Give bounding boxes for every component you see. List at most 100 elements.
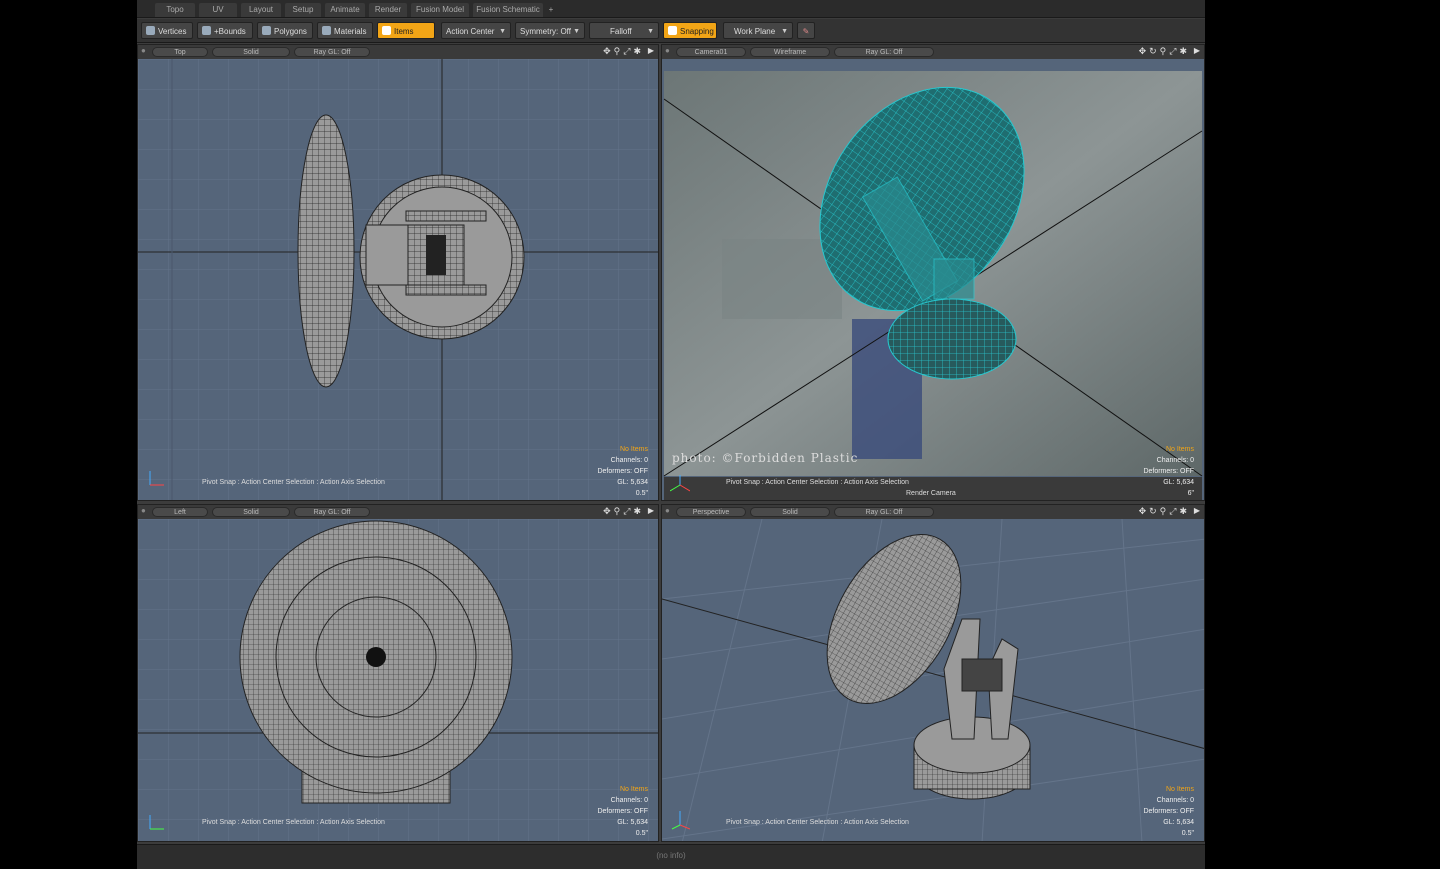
- viewport-info-panel: No Items Channels: 0 Deformers: OFF GL: …: [597, 444, 648, 499]
- snapping-button[interactable]: Snapping: [663, 22, 717, 39]
- viewport-menu-icon[interactable]: ●: [665, 506, 670, 515]
- shading-button[interactable]: Solid: [750, 507, 830, 517]
- grid-scale-label: 6": [1187, 490, 1194, 497]
- tab-topo[interactable]: Topo: [155, 3, 195, 17]
- viewport-menu-icon[interactable]: ●: [141, 506, 146, 515]
- pencil-icon: ✎: [802, 27, 810, 36]
- view-type-button[interactable]: Camera01: [676, 47, 746, 57]
- items-icon: [382, 26, 391, 35]
- tab-animate[interactable]: Animate: [325, 3, 365, 17]
- shading-button[interactable]: Solid: [212, 47, 290, 57]
- add-tab-button[interactable]: +: [545, 3, 557, 17]
- materials-button[interactable]: Materials: [317, 22, 373, 39]
- gl-count-label: GL: 5,634: [617, 819, 648, 826]
- camera-view-canvas: [663, 71, 1203, 500]
- shading-button[interactable]: Solid: [212, 507, 290, 517]
- render-camera-label: Render Camera: [906, 490, 956, 497]
- viewport-header: ● Left Solid Ray GL: Off ✥⚲⤢✱ ▶: [138, 505, 658, 519]
- vertices-button[interactable]: Vertices: [141, 22, 193, 39]
- viewport-nav-icons[interactable]: ✥↻⚲⤢✱: [1139, 506, 1190, 517]
- pivot-snap-status: Pivot Snap : Action Center Selection : A…: [202, 479, 385, 486]
- work-plane-dropdown[interactable]: Work Plane ▼: [723, 22, 793, 39]
- symmetry-label: Symmetry: Off: [520, 27, 571, 36]
- items-button[interactable]: Items: [377, 22, 435, 39]
- falloff-label: Falloff: [610, 27, 632, 36]
- pivot-snap-status: Pivot Snap : Action Center Selection : A…: [726, 479, 909, 486]
- gl-count-label: GL: 5,634: [617, 479, 648, 486]
- viewport-expand-icon[interactable]: ▶: [1194, 46, 1200, 55]
- viewport-nav-icons[interactable]: ✥⚲⤢✱: [603, 506, 644, 517]
- grid-scale-label: 0.5": [635, 830, 648, 837]
- symmetry-dropdown[interactable]: Symmetry: Off ▼: [515, 22, 585, 39]
- viewport-info-panel: No Items Channels: 0 Deformers: OFF GL: …: [597, 784, 648, 839]
- chevron-down-icon: ▼: [499, 28, 506, 35]
- viewport-header: ● Perspective Solid Ray GL: Off ✥↻⚲⤢✱ ▶: [662, 505, 1204, 519]
- tab-fusion-model[interactable]: Fusion Model: [411, 3, 469, 17]
- chevron-down-icon: ▼: [781, 28, 788, 35]
- deformers-label: Deformers: OFF: [597, 468, 648, 475]
- tab-fusion-schematic[interactable]: Fusion Schematic: [473, 3, 543, 17]
- raygl-button[interactable]: Ray GL: Off: [294, 507, 370, 517]
- raygl-button[interactable]: Ray GL: Off: [834, 507, 934, 517]
- bounds-icon: [202, 26, 211, 35]
- viewport-nav-icons[interactable]: ✥⚲⤢✱: [603, 46, 644, 57]
- gl-count-label: GL: 5,634: [1163, 479, 1194, 486]
- vertices-icon: [146, 26, 155, 35]
- axis-gizmo-icon: [149, 471, 164, 486]
- viewport-menu-icon[interactable]: ●: [141, 46, 146, 55]
- gl-count-label: GL: 5,634: [1163, 819, 1194, 826]
- viewport-left[interactable]: ● Left Solid Ray GL: Off ✥⚲⤢✱ ▶ Pivot Sn…: [137, 504, 659, 842]
- viewport-info-panel: No Items Channels: 0 Deformers: OFF GL: …: [1143, 784, 1194, 839]
- viewport-expand-icon[interactable]: ▶: [648, 46, 654, 55]
- no-items-label: No Items: [1165, 786, 1194, 793]
- view-type-button[interactable]: Top: [152, 47, 208, 57]
- top-view-canvas: [138, 59, 658, 500]
- viewport-header: ● Camera01 Wireframe Ray GL: Off ✥↻⚲⤢✱ ▶: [662, 45, 1204, 59]
- viewport-top[interactable]: ● Top Solid Ray GL: Off ✥⚲⤢✱ ▶ Pivot Sna…: [137, 44, 659, 501]
- selection-toolbar: Vertices +Bounds Polygons Materials Item…: [137, 19, 1205, 43]
- viewport-menu-icon[interactable]: ●: [665, 46, 670, 55]
- falloff-dropdown[interactable]: Falloff ▼: [589, 22, 659, 39]
- viewport-info-panel: No Items Channels: 0 Deformers: OFF GL: …: [1143, 444, 1194, 499]
- work-plane-label: Work Plane: [734, 27, 776, 36]
- polygons-button[interactable]: Polygons: [257, 22, 313, 39]
- chevron-down-icon: ▼: [573, 28, 580, 35]
- grid-scale-label: 0.5": [635, 490, 648, 497]
- view-type-button[interactable]: Left: [152, 507, 208, 517]
- viewport-nav-icons[interactable]: ✥↻⚲⤢✱: [1139, 46, 1190, 57]
- axis-gizmo-icon: [671, 811, 690, 830]
- raygl-button[interactable]: Ray GL: Off: [294, 47, 370, 57]
- tab-render[interactable]: Render: [369, 3, 407, 17]
- materials-label: Materials: [334, 27, 367, 36]
- polygons-icon: [262, 26, 271, 35]
- tab-uv[interactable]: UV: [199, 3, 237, 17]
- deformers-label: Deformers: OFF: [597, 808, 648, 815]
- viewport-header: ● Top Solid Ray GL: Off ✥⚲⤢✱ ▶: [138, 45, 658, 59]
- deformers-label: Deformers: OFF: [1143, 468, 1194, 475]
- viewport-perspective[interactable]: ● Perspective Solid Ray GL: Off ✥↻⚲⤢✱ ▶: [661, 504, 1205, 842]
- viewport-camera[interactable]: ● Camera01 Wireframe Ray GL: Off ✥↻⚲⤢✱ ▶: [661, 44, 1205, 501]
- brush-tool-button[interactable]: ✎: [797, 22, 815, 39]
- no-items-label: No Items: [1165, 446, 1194, 453]
- action-center-label: Action Center: [446, 27, 495, 36]
- bounds-label: +Bounds: [214, 27, 246, 36]
- left-view-canvas: [138, 519, 658, 841]
- modo-app-window: Topo UV Layout Setup Animate Render Fusi…: [137, 0, 1205, 869]
- viewport-expand-icon[interactable]: ▶: [648, 506, 654, 515]
- shading-button[interactable]: Wireframe: [750, 47, 830, 57]
- action-center-dropdown[interactable]: Action Center ▼: [441, 22, 511, 39]
- layout-tab-bar: Topo UV Layout Setup Animate Render Fusi…: [137, 0, 1205, 18]
- tab-setup[interactable]: Setup: [285, 3, 321, 17]
- viewport-expand-icon[interactable]: ▶: [1194, 506, 1200, 515]
- view-type-button[interactable]: Perspective: [676, 507, 746, 517]
- no-items-label: No Items: [619, 786, 648, 793]
- raygl-button[interactable]: Ray GL: Off: [834, 47, 934, 57]
- channels-label: Channels: 0: [610, 797, 648, 804]
- tab-layout[interactable]: Layout: [241, 3, 281, 17]
- pivot-snap-status: Pivot Snap : Action Center Selection : A…: [726, 819, 909, 826]
- snapping-icon: [668, 26, 677, 35]
- vertices-label: Vertices: [158, 27, 187, 36]
- channels-label: Channels: 0: [1156, 797, 1194, 804]
- bounds-button[interactable]: +Bounds: [197, 22, 253, 39]
- axis-gizmo-icon: [149, 815, 164, 830]
